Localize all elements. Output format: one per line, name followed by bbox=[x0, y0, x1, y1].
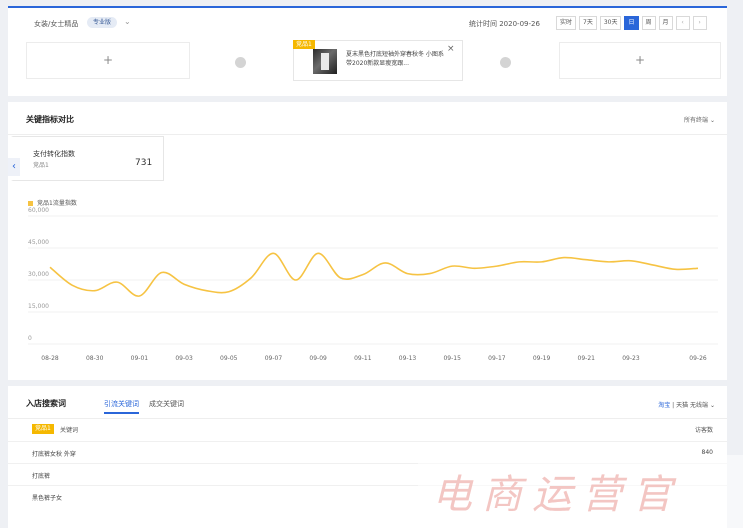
key-metrics-card: 关键指标对比 所有终端 ⌄ 支付转化指数 竞品1 731 ‹ 竞品1流量指数 0… bbox=[8, 102, 727, 380]
x-tick-label: 09-01 bbox=[131, 355, 149, 362]
x-tick-label: 09-23 bbox=[622, 355, 640, 362]
edition-tag: 专业版 bbox=[87, 17, 118, 28]
x-tick-label: 09-03 bbox=[175, 355, 193, 362]
line-chart: 0 15,000 30,000 45,000 60,000 08-28 08-30 09-01… bbox=[28, 207, 718, 362]
tab-traffic-keywords[interactable]: 引流关键词 bbox=[104, 399, 139, 414]
empty-slot-dot bbox=[235, 57, 246, 68]
x-tick-label: 09-11 bbox=[354, 355, 372, 362]
platform-filter: 淘宝 | 天猫 无线端 ⌄ bbox=[658, 400, 715, 409]
x-tick-label: 08-30 bbox=[86, 355, 104, 362]
x-tick-label: 09-26 bbox=[689, 355, 707, 362]
y-tick-label: 15,000 bbox=[28, 303, 49, 310]
empty-slot-dot bbox=[500, 57, 511, 68]
plus-icon: + bbox=[634, 53, 646, 67]
stat-time-label: 统计时间 2020-09-26 bbox=[469, 20, 540, 28]
tab-deal-keywords[interactable]: 成交关键词 bbox=[149, 399, 184, 414]
x-tick-label: 09-15 bbox=[443, 355, 461, 362]
x-tick-label: 09-19 bbox=[533, 355, 551, 362]
time-button-7d[interactable]: 7天 bbox=[579, 16, 597, 30]
row-keyword: 黑色裤子女 bbox=[32, 495, 63, 502]
platform-taobao[interactable]: 淘宝 bbox=[658, 402, 670, 409]
x-tick-label: 09-17 bbox=[488, 355, 506, 362]
y-tick-label: 0 bbox=[28, 335, 32, 342]
time-button-week[interactable]: 周 bbox=[641, 16, 656, 30]
chevron-down-icon[interactable]: ⌄ bbox=[710, 402, 715, 409]
platform-tmall[interactable]: 天猫 bbox=[676, 402, 688, 409]
plus-icon: + bbox=[102, 53, 114, 67]
table-header: 竞品1 关键词 访客数 bbox=[8, 423, 727, 437]
row-keyword: 打底裤女秋 外穿 bbox=[32, 451, 76, 458]
chevron-down-icon[interactable]: ⌄ bbox=[124, 17, 131, 26]
close-icon[interactable]: × bbox=[447, 44, 455, 54]
next-period-icon[interactable]: › bbox=[692, 16, 707, 30]
y-tick-label: 60,000 bbox=[28, 207, 49, 214]
time-range-buttons: 实时 7天 30天 日 周 月 ‹ › bbox=[556, 16, 707, 30]
time-button-30d[interactable]: 30天 bbox=[599, 16, 622, 30]
compare-header-card: 女装/女士精品 专业版 ⌄ 统计时间 2020-09-26 实时 7天 30天 … bbox=[8, 8, 727, 96]
goods-thumbnail bbox=[313, 49, 337, 74]
prev-period-icon[interactable]: ‹ bbox=[675, 16, 690, 30]
goods-badge: 竞品1 bbox=[293, 40, 315, 49]
keyword-tabs: 引流关键词 成交关键词 bbox=[104, 399, 184, 414]
section-title: 入店搜索词 bbox=[26, 399, 66, 408]
series-line[interactable] bbox=[49, 252, 699, 297]
x-tick-label: 09-09 bbox=[309, 355, 327, 362]
x-tick-label: 09-05 bbox=[220, 355, 238, 362]
time-button-realtime[interactable]: 实时 bbox=[556, 16, 577, 30]
x-tick-label: 09-13 bbox=[399, 355, 417, 362]
add-compare-slot-right[interactable]: + bbox=[559, 42, 721, 79]
platform-wireless[interactable]: 无线端 bbox=[690, 402, 708, 409]
x-tick-label: 09-07 bbox=[265, 355, 283, 362]
add-compare-slot-left[interactable]: + bbox=[26, 42, 190, 79]
col-visitors[interactable]: 访客数 bbox=[695, 425, 713, 434]
competitor-badge: 竞品1 bbox=[32, 424, 54, 434]
watermark-text: 电商运营官 bbox=[432, 472, 682, 518]
category-breadcrumb[interactable]: 女装/女士精品 bbox=[34, 19, 78, 29]
header-bar: 女装/女士精品 专业版 ⌄ 统计时间 2020-09-26 实时 7天 30天 … bbox=[8, 8, 727, 34]
divider bbox=[8, 418, 727, 419]
y-tick-label: 30,000 bbox=[28, 271, 49, 278]
time-button-day[interactable]: 日 bbox=[624, 16, 639, 30]
goods-title: 夏末黑色打底短袖外穿春秋冬 小图系带2020新款显瘦宽跟... bbox=[346, 51, 444, 67]
row-keyword: 打底裤 bbox=[32, 473, 51, 480]
col-keyword: 关键词 bbox=[60, 427, 79, 434]
x-tick-label: 09-21 bbox=[578, 355, 596, 362]
y-tick-label: 45,000 bbox=[28, 239, 49, 246]
goods-card[interactable]: 竞品1 夏末黑色打底短袖外穿春秋冬 小图系带2020新款显瘦宽跟... × bbox=[293, 40, 463, 81]
x-tick-label: 08-28 bbox=[41, 355, 59, 362]
time-button-month[interactable]: 月 bbox=[658, 16, 673, 30]
platform-separator: | bbox=[672, 402, 675, 409]
